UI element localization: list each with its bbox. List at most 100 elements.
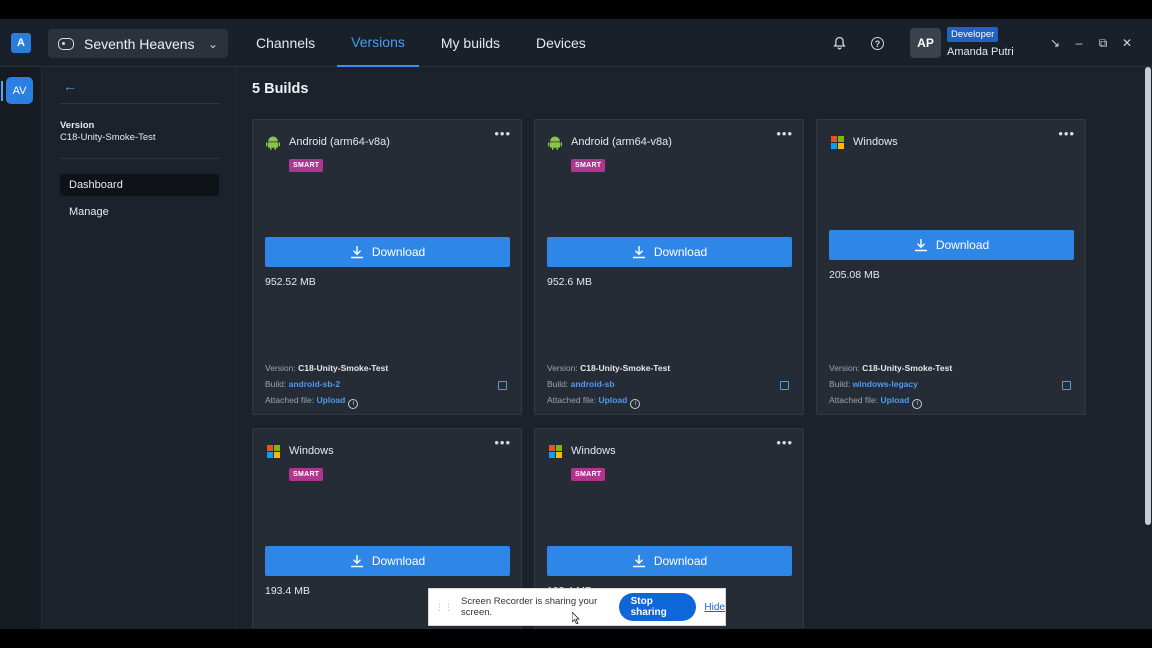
more-icon[interactable]: ••• <box>494 435 511 450</box>
stop-sharing-button[interactable]: Stop sharing <box>618 593 697 621</box>
build-row: Build: windows-legacy <box>829 379 918 389</box>
download-button[interactable]: Download <box>265 237 510 267</box>
info-icon[interactable]: i <box>348 398 359 409</box>
info-icon[interactable]: i <box>630 398 641 409</box>
app-logo[interactable]: A <box>11 33 31 53</box>
sidebar-item-dashboard[interactable]: Dashboard <box>60 174 219 196</box>
attached-row: Attached file: Upload i <box>265 395 359 409</box>
platform-name: Android (arm64-v8a) <box>571 136 672 148</box>
user-avatar[interactable]: AP <box>910 28 941 58</box>
upload-link[interactable]: Upload <box>599 395 628 405</box>
download-icon <box>914 239 927 252</box>
version-row: Version: C18-Unity-Smoke-Test <box>547 363 671 373</box>
mouse-cursor-icon <box>572 612 580 624</box>
share-message: Screen Recorder is sharing your screen. <box>461 596 598 618</box>
hide-link[interactable]: Hide <box>704 602 725 613</box>
app-window: A Seventh Heavens ⌄ Channels Versions My… <box>0 19 1152 629</box>
platform: Windows <box>829 134 898 150</box>
windows-icon <box>265 443 281 459</box>
version-row: Version: C18-Unity-Smoke-Test <box>829 363 953 373</box>
app-avatar[interactable]: AV <box>6 77 33 104</box>
platform-name: Android (arm64-v8a) <box>289 136 390 148</box>
chevron-down-icon: ⌄ <box>207 36 218 51</box>
upload-link[interactable]: Upload <box>881 395 910 405</box>
download-label: Download <box>371 554 426 568</box>
more-icon[interactable]: ••• <box>776 435 793 450</box>
windows-icon <box>547 443 563 459</box>
download-icon <box>350 555 363 568</box>
download-button[interactable]: Download <box>547 237 792 267</box>
android-icon <box>265 134 281 150</box>
build-link[interactable]: android-sb <box>571 379 615 389</box>
upload-link[interactable]: Upload <box>317 395 346 405</box>
platform-name: Windows <box>571 445 616 457</box>
version-value: C18-Unity-Smoke-Test <box>862 363 953 373</box>
attached-row: Attached file: Upload i <box>547 395 641 409</box>
smart-badge: SMART <box>571 468 606 481</box>
project-name: Seventh Heavens <box>84 35 195 52</box>
version-row: Version: C18-Unity-Smoke-Test <box>265 363 389 373</box>
more-icon[interactable]: ••• <box>776 126 793 141</box>
attached-row: Attached file: Upload i <box>829 395 923 409</box>
copy-icon[interactable] <box>780 381 789 390</box>
role-badge: Developer <box>947 27 999 42</box>
version-value: C18-Unity-Smoke-Test <box>580 363 671 373</box>
build-card: Android (arm64-v8a) ••• SMART Download 9… <box>252 119 522 415</box>
download-icon <box>632 246 645 259</box>
platform: Android (arm64-v8a) <box>547 134 672 150</box>
more-icon[interactable]: ••• <box>1058 126 1075 141</box>
build-row: Build: android-sb <box>547 379 615 389</box>
download-button[interactable]: Download <box>265 546 510 576</box>
tab-channels[interactable]: Channels <box>242 19 329 67</box>
close-icon[interactable]: ✕ <box>1120 36 1134 50</box>
minimize-icon[interactable]: – <box>1072 36 1086 50</box>
drag-handle-icon[interactable]: ⋮⋮ <box>435 602 453 613</box>
version-value: C18-Unity-Smoke-Test <box>60 132 156 143</box>
builds-panel: 5 Builds Android (arm64-v8a) ••• SMART D… <box>238 67 1144 629</box>
divider <box>60 103 220 104</box>
version-value: C18-Unity-Smoke-Test <box>298 363 389 373</box>
gamepad-icon <box>58 37 74 50</box>
build-link[interactable]: windows-legacy <box>853 379 918 389</box>
top-bar: A Seventh Heavens ⌄ Channels Versions My… <box>0 19 1152 67</box>
build-card: Windows ••• Download 205.08 MB Version: … <box>816 119 1086 415</box>
sidebar-item-manage[interactable]: Manage <box>60 201 219 223</box>
help-icon[interactable]: ? <box>871 37 884 50</box>
build-size: 952.52 MB <box>265 276 316 288</box>
smart-badge: SMART <box>289 468 324 481</box>
app-rail: AV <box>0 67 42 629</box>
download-label: Download <box>653 554 708 568</box>
platform-name: Windows <box>853 136 898 148</box>
tab-versions[interactable]: Versions <box>337 19 419 67</box>
divider <box>60 158 220 159</box>
user-name[interactable]: Amanda Putri <box>947 46 1014 58</box>
download-label: Download <box>371 245 426 259</box>
active-indicator <box>1 81 3 101</box>
build-size: 193.4 MB <box>265 585 310 597</box>
arrow-left-icon[interactable]: ← <box>63 78 77 94</box>
more-icon[interactable]: ••• <box>494 126 511 141</box>
build-link[interactable]: android-sb-2 <box>289 379 340 389</box>
version-label: Version <box>60 120 95 131</box>
android-icon <box>547 134 563 150</box>
copy-icon[interactable] <box>498 381 507 390</box>
restore-icon[interactable]: ⧉ <box>1096 36 1110 51</box>
collapse-icon[interactable]: ↘ <box>1048 36 1062 50</box>
download-label: Download <box>935 238 990 252</box>
scrollbar[interactable] <box>1145 67 1151 525</box>
build-row: Build: android-sb-2 <box>265 379 341 389</box>
build-size: 205.08 MB <box>829 269 880 281</box>
platform: Android (arm64-v8a) <box>265 134 390 150</box>
copy-icon[interactable] <box>1062 381 1071 390</box>
platform: Windows <box>547 443 616 459</box>
build-card: Android (arm64-v8a) ••• SMART Download 9… <box>534 119 804 415</box>
info-icon[interactable]: i <box>912 398 923 409</box>
smart-badge: SMART <box>571 159 606 172</box>
tab-devices[interactable]: Devices <box>522 19 600 67</box>
download-button[interactable]: Download <box>547 546 792 576</box>
project-selector[interactable]: Seventh Heavens ⌄ <box>48 29 228 58</box>
windows-icon <box>829 134 845 150</box>
bell-icon[interactable] <box>831 35 847 51</box>
download-button[interactable]: Download <box>829 230 1074 260</box>
tab-my-builds[interactable]: My builds <box>427 19 514 67</box>
